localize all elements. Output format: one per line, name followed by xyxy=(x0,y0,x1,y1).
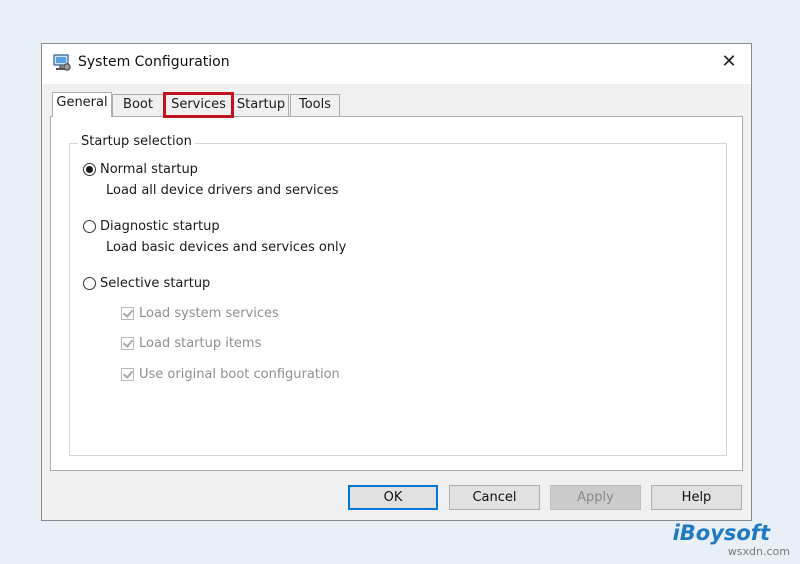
radio-button[interactable] xyxy=(83,219,96,233)
load-system-services-label: Load system services xyxy=(139,305,279,321)
window-title: System Configuration xyxy=(78,54,230,70)
checkbox-load-system-services: Load system services xyxy=(121,304,279,322)
checkbox-checked-disabled xyxy=(121,336,134,350)
apply-button: Apply xyxy=(550,485,641,510)
checkbox-use-original-boot-config: Use original boot configuration xyxy=(121,365,340,383)
use-original-boot-config-label: Use original boot configuration xyxy=(139,366,340,382)
ok-button[interactable]: OK xyxy=(348,485,438,510)
diagnostic-startup-label: Diagnostic startup xyxy=(100,218,220,234)
cancel-button[interactable]: Cancel xyxy=(449,485,540,510)
system-config-icon xyxy=(52,53,72,73)
radio-selective-startup[interactable]: Selective startup xyxy=(83,274,210,292)
title-bar: System Configuration ✕ xyxy=(42,44,751,84)
close-icon[interactable]: ✕ xyxy=(707,44,751,80)
system-configuration-window: System Configuration ✕ General Boot Serv… xyxy=(41,43,752,521)
iboysoft-logo: iBoysoft xyxy=(672,521,770,545)
radio-button[interactable] xyxy=(83,276,96,290)
tab-general[interactable]: General xyxy=(52,92,112,117)
checkbox-checked-disabled xyxy=(121,306,134,320)
watermark-text: wsxdn.com xyxy=(727,545,790,558)
selective-startup-label: Selective startup xyxy=(100,275,211,291)
startup-selection-label: Startup selection xyxy=(78,134,195,149)
radio-button-selected[interactable] xyxy=(83,162,96,176)
tab-tools[interactable]: Tools xyxy=(290,94,340,116)
radio-diagnostic-startup[interactable]: Diagnostic startup xyxy=(83,217,220,235)
load-startup-items-label: Load startup items xyxy=(139,335,262,351)
normal-startup-description: Load all device drivers and services xyxy=(106,183,339,198)
normal-startup-label: Normal startup xyxy=(100,161,198,177)
checkbox-checked-disabled xyxy=(121,367,134,381)
help-button[interactable]: Help xyxy=(651,485,742,510)
checkbox-load-startup-items: Load startup items xyxy=(121,334,261,352)
diagnostic-startup-description: Load basic devices and services only xyxy=(106,240,347,255)
tab-boot[interactable]: Boot xyxy=(112,94,164,116)
general-tab-panel: Startup selection Normal startup Load al… xyxy=(50,116,743,471)
tab-services[interactable]: Services xyxy=(163,92,234,118)
tab-startup[interactable]: Startup xyxy=(233,94,289,116)
radio-normal-startup[interactable]: Normal startup xyxy=(83,160,198,178)
